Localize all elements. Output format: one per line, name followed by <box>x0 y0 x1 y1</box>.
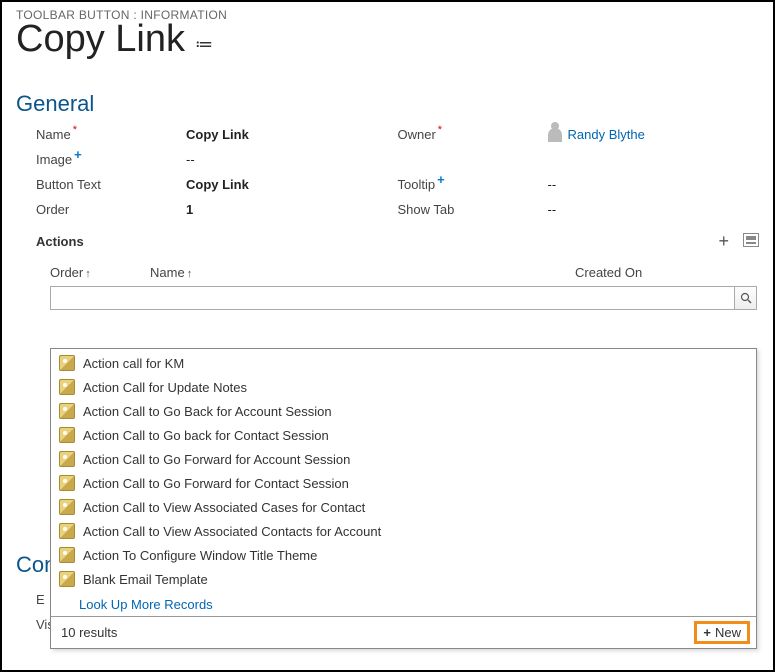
lookup-result-item[interactable]: Action Call to Go Forward for Contact Se… <box>51 471 756 495</box>
page-title: Copy Link <box>16 18 185 61</box>
owner-label: Owner <box>398 127 436 142</box>
action-call-icon <box>59 451 75 467</box>
action-call-icon <box>59 523 75 539</box>
col-created-on[interactable]: Created On <box>575 265 745 280</box>
sort-asc-icon: ↑ <box>85 268 91 280</box>
lookup-result-item[interactable]: Action Call to Go Forward for Account Se… <box>51 447 756 471</box>
lookup-new-button[interactable]: + New <box>694 621 750 644</box>
image-label: Image <box>36 152 72 167</box>
lookup-dropdown: Action call for KM Action Call for Update… <box>50 348 757 649</box>
tooltip-value[interactable]: -- <box>548 177 557 192</box>
actions-grid-header: Order↑ Name↑ Created On <box>50 260 745 284</box>
user-icon <box>548 128 562 142</box>
lookup-result-label: Action Call to Go Back for Account Sessi… <box>83 404 332 419</box>
recommended-icon: + <box>74 150 82 160</box>
button-text-value[interactable]: Copy Link <box>186 177 249 192</box>
col-order[interactable]: Order↑ <box>50 265 150 280</box>
lookup-result-item[interactable]: Blank Email Template <box>51 567 756 591</box>
lookup-results-count: 10 results <box>61 625 117 640</box>
lookup-result-label: Action Call to Go Forward for Account Se… <box>83 452 350 467</box>
tooltip-label: Tooltip <box>398 177 436 192</box>
required-icon: * <box>438 125 442 135</box>
lookup-result-item[interactable]: Action Call to View Associated Contacts … <box>51 519 756 543</box>
showtab-value[interactable]: -- <box>548 202 557 217</box>
lookup-result-label: Action Call for Update Notes <box>83 380 247 395</box>
lookup-result-item[interactable]: Action To Configure Window Title Theme <box>51 543 756 567</box>
showtab-label: Show Tab <box>398 202 455 217</box>
record-menu-icon[interactable]: ≔ <box>195 34 213 55</box>
order-label: Order <box>36 202 69 217</box>
col-name[interactable]: Name↑ <box>150 265 575 280</box>
image-value[interactable]: -- <box>186 152 195 167</box>
enable-condition-label-part: E <box>36 592 45 607</box>
button-text-label: Button Text <box>36 177 101 192</box>
action-call-icon <box>59 355 75 371</box>
lookup-result-label: Action Call to Go back for Contact Sessi… <box>83 428 329 443</box>
list-view-icon[interactable] <box>743 231 759 252</box>
action-call-icon <box>59 571 75 587</box>
lookup-result-item[interactable]: Action Call to View Associated Cases for… <box>51 495 756 519</box>
name-label: Name <box>36 127 71 142</box>
lookup-result-label: Action Call to Go Forward for Contact Se… <box>83 476 349 491</box>
add-record-icon[interactable]: + <box>718 231 729 252</box>
section-general-title: General <box>16 91 759 117</box>
recommended-icon: + <box>437 175 445 185</box>
form-general: Name* Copy Link Owner* Randy Blythe Imag… <box>2 127 773 217</box>
order-value[interactable]: 1 <box>186 202 193 217</box>
lookup-result-label: Action call for KM <box>83 356 184 371</box>
action-call-icon <box>59 427 75 443</box>
action-call-icon <box>59 379 75 395</box>
required-icon: * <box>73 125 77 135</box>
name-value[interactable]: Copy Link <box>186 127 249 142</box>
lookup-result-label: Action To Configure Window Title Theme <box>83 548 317 563</box>
plus-icon: + <box>703 625 711 640</box>
lookup-result-label: Blank Email Template <box>83 572 208 587</box>
lookup-result-item[interactable]: Action Call for Update Notes <box>51 375 756 399</box>
actions-subgrid-title: Actions <box>36 234 84 249</box>
action-call-icon <box>59 547 75 563</box>
sort-asc-icon: ↑ <box>187 268 193 280</box>
lookup-results-list[interactable]: Action call for KM Action Call for Update… <box>51 349 756 593</box>
lookup-new-label: New <box>715 625 741 640</box>
lookup-result-item[interactable]: Action Call to Go back for Contact Sessi… <box>51 423 756 447</box>
lookup-result-label: Action Call to View Associated Cases for… <box>83 500 365 515</box>
lookup-input[interactable] <box>50 286 757 310</box>
lookup-more-records-link[interactable]: Look Up More Records <box>51 593 756 616</box>
owner-value[interactable]: Randy Blythe <box>548 127 645 142</box>
search-icon <box>740 292 752 304</box>
action-call-icon <box>59 475 75 491</box>
lookup-result-label: Action Call to View Associated Contacts … <box>83 524 381 539</box>
lookup-result-item[interactable]: Action Call to Go Back for Account Sessi… <box>51 399 756 423</box>
lookup-search-button[interactable] <box>734 287 756 309</box>
action-call-icon <box>59 403 75 419</box>
lookup-result-item[interactable]: Action call for KM <box>51 351 756 375</box>
owner-link[interactable]: Randy Blythe <box>568 127 645 142</box>
action-call-icon <box>59 499 75 515</box>
